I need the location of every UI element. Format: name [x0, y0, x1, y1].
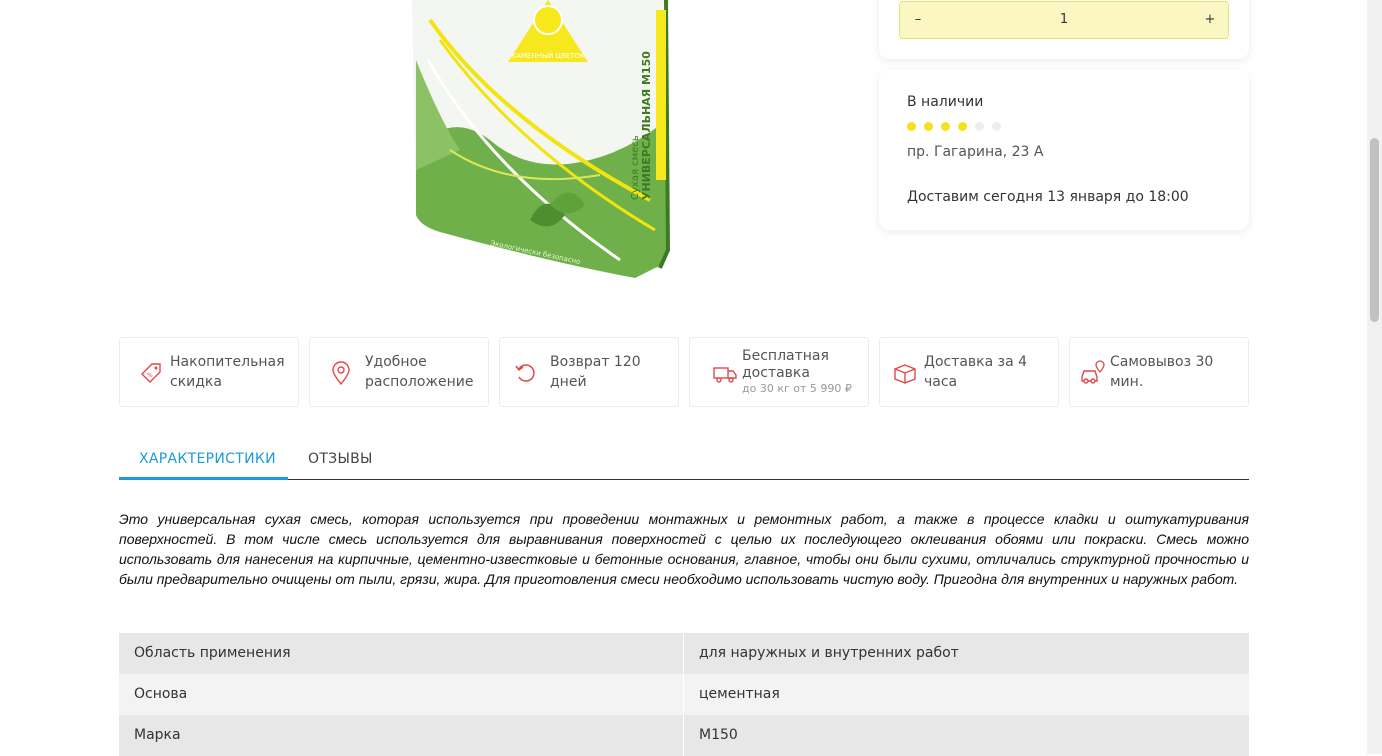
specs-table: Область применения для наружных и внутре… — [119, 633, 1249, 756]
tab-characteristics[interactable]: ХАРАКТЕРИСТИКИ — [139, 451, 276, 467]
cell-divider — [683, 633, 684, 674]
delivery-info: Доставим сегодня 13 января до 18:00 — [907, 189, 1189, 205]
active-tab-indicator — [119, 477, 288, 480]
features-row: % Накопительная скидка Удобное расположе… — [119, 337, 1249, 407]
feature-label: Самовывоз 30 мин. — [1110, 354, 1214, 390]
store-address: пр. Гагарина, 23 А — [907, 144, 1044, 160]
quantity-increase-button[interactable]: + — [1192, 2, 1228, 38]
stock-dot-filled — [907, 122, 916, 131]
quantity-decrease-button[interactable]: – — [900, 2, 936, 38]
package-box-icon — [894, 364, 916, 384]
cell-divider — [683, 715, 684, 756]
bag-name-text: УНИВЕРСАЛЬНАЯ М150 — [640, 51, 653, 200]
tab-reviews[interactable]: ОТЗЫВЫ — [308, 451, 373, 467]
stock-dot-filled — [941, 122, 950, 131]
product-description: Это универсальная сухая смесь, которая и… — [119, 511, 1249, 587]
cell-divider — [683, 674, 684, 715]
feature-accumulative-discount: % Накопительная скидка — [119, 337, 299, 407]
table-row: Основа цементная — [119, 674, 1249, 715]
feature-convenient-location: Удобное расположение — [309, 337, 489, 407]
feature-label: Удобное расположение — [365, 354, 474, 390]
feature-label: Бесплатная доставка — [742, 348, 829, 381]
discount-tag-icon: % — [141, 363, 161, 383]
feature-label: Доставка за 4 часа — [924, 354, 1028, 390]
table-row: Марка М150 — [119, 715, 1249, 756]
spec-key: Область применения — [134, 645, 291, 661]
scrollbar-thumb[interactable] — [1370, 138, 1379, 322]
feature-return: Возврат 120 дней — [499, 337, 679, 407]
svg-text:%: % — [147, 372, 153, 379]
quantity-value[interactable]: 1 — [940, 2, 1188, 38]
quantity-card: – 1 + — [879, 0, 1249, 59]
stock-dot-filled — [924, 122, 933, 131]
stock-dot-filled — [958, 122, 967, 131]
delivery-truck-icon — [713, 367, 737, 383]
product-image: КАМЕННЫЙ ЦВЕТОК Сухая смесь УНИВЕРСАЛЬНА… — [380, 0, 700, 290]
feature-free-delivery: Бесплатная доставка до 30 кг от 5 990 ₽ — [689, 337, 869, 407]
bag-brand-text: КАМЕННЫЙ ЦВЕТОК — [511, 51, 585, 60]
feature-delivery-4h: Доставка за 4 часа — [879, 337, 1059, 407]
spec-value: для наружных и внутренних работ — [699, 645, 959, 661]
table-row: Область применения для наружных и внутре… — [119, 633, 1249, 674]
quantity-stepper[interactable]: – 1 + — [899, 1, 1229, 39]
spec-value: М150 — [699, 727, 738, 743]
stock-dot-empty — [992, 122, 1001, 131]
car-pickup-icon — [1081, 360, 1105, 384]
feature-label: Накопительная скидка — [170, 354, 285, 390]
return-arrow-icon — [515, 364, 535, 382]
feature-sublabel: до 30 кг от 5 990 ₽ — [742, 382, 852, 395]
location-pin-icon — [332, 361, 350, 386]
stock-card: В наличии пр. Гагарина, 23 А Доставим се… — [879, 70, 1249, 230]
product-tabs: ХАРАКТЕРИСТИКИ ОТЗЫВЫ — [119, 437, 1249, 480]
spec-value: цементная — [699, 686, 780, 702]
spec-key: Основа — [134, 686, 188, 702]
stock-dot-empty — [975, 122, 984, 131]
feature-label: Возврат 120 дней — [550, 354, 641, 390]
stock-level-indicator — [907, 122, 1001, 131]
feature-pickup: Самовывоз 30 мин. — [1069, 337, 1249, 407]
page-scrollbar[interactable] — [1367, 0, 1382, 754]
stock-status: В наличии — [907, 94, 984, 110]
spec-key: Марка — [134, 727, 181, 743]
